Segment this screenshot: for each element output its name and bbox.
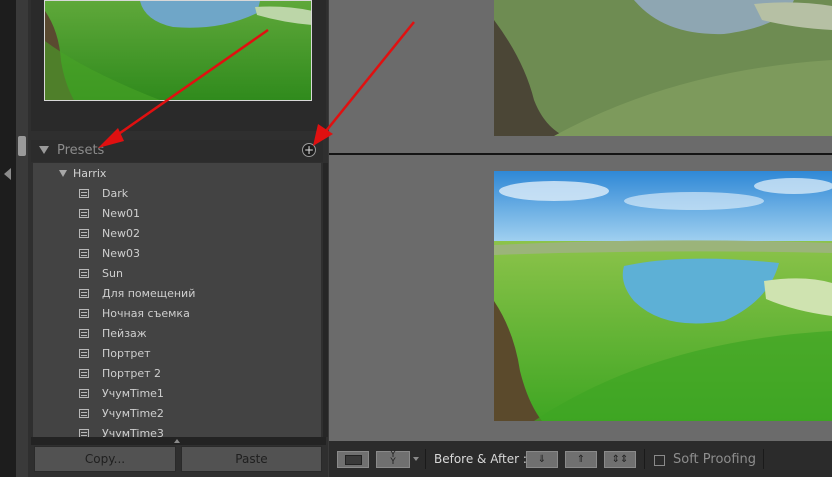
panel-resize-handle[interactable] [18, 136, 26, 156]
after-landscape-image [494, 171, 832, 421]
yy-bottom-label: Y [390, 457, 396, 467]
preset-item-label: New03 [102, 247, 140, 260]
expand-triangle-icon[interactable] [174, 439, 180, 443]
preset-item-label: Портрет [102, 347, 151, 360]
preset-icon [79, 229, 89, 238]
presets-scrollbar[interactable] [323, 163, 328, 437]
preset-item[interactable]: Для помещений [33, 284, 321, 304]
preset-icon [79, 409, 89, 418]
loupe-view-button[interactable] [337, 451, 369, 468]
preset-item-label: Для помещений [102, 287, 196, 300]
preset-item[interactable]: УчумTime1 [33, 384, 321, 404]
preset-icon [79, 349, 89, 358]
preset-item[interactable]: УчумTime3 [33, 424, 321, 437]
preset-item[interactable]: Портрет [33, 344, 321, 364]
preset-folder-harrix[interactable]: Harrix [33, 164, 321, 184]
preset-item-label: Ночная съемка [102, 307, 190, 320]
presets-title: Presets [57, 143, 105, 158]
left-panel-edge[interactable] [0, 0, 16, 477]
soft-proofing-label: Soft Proofing [673, 452, 757, 467]
before-landscape-image [494, 0, 832, 136]
preset-folder-label: Harrix [73, 167, 107, 180]
toolbar-separator [763, 449, 764, 469]
preset-icon [79, 269, 89, 278]
toolbar-separator [644, 449, 645, 469]
preset-item-label: УчумTime2 [102, 407, 164, 420]
copy-before-to-after-button[interactable]: ⇓ [526, 451, 558, 468]
preset-item[interactable]: New02 [33, 224, 321, 244]
preset-item[interactable]: Dark [33, 184, 321, 204]
before-after-label: Before & After : [434, 452, 527, 466]
copy-after-to-before-button[interactable]: ⇑ [565, 451, 597, 468]
swap-arrows-icon: ⇕⇕ [611, 454, 629, 465]
preset-item-label: New01 [102, 207, 140, 220]
navigator-preview-image[interactable] [44, 0, 312, 101]
view-mode-dropdown-icon[interactable] [413, 457, 419, 461]
preset-icon [79, 289, 89, 298]
swap-before-after-button[interactable]: ⇕⇕ [604, 451, 636, 468]
toolbar-separator [425, 449, 426, 469]
folder-triangle-icon[interactable] [59, 170, 67, 177]
presets-list: Harrix Dark New01 New02 New03 Sun Для помещени… [33, 163, 321, 437]
preset-item[interactable]: Sun [33, 264, 321, 284]
preset-icon [79, 369, 89, 378]
preset-item-label: New02 [102, 227, 140, 240]
preset-icon [79, 329, 89, 338]
after-photo[interactable] [494, 171, 832, 421]
preset-item[interactable]: Пейзаж [33, 324, 321, 344]
preset-item-label: Портрет 2 [102, 367, 162, 380]
preset-item-label: Sun [102, 267, 123, 280]
soft-proofing-checkbox[interactable] [654, 455, 665, 466]
preset-item[interactable]: Портрет 2 [33, 364, 321, 384]
paste-button[interactable]: Paste [181, 446, 322, 472]
before-after-view-button[interactable]: Y Y [376, 451, 410, 468]
preset-item-label: Dark [102, 187, 129, 200]
preset-icon [79, 249, 89, 258]
navigator-landscape-image [45, 1, 311, 100]
preset-icon [79, 389, 89, 398]
preset-icon [79, 189, 89, 198]
add-preset-button[interactable]: + [302, 143, 316, 157]
before-photo[interactable] [494, 0, 832, 136]
down-arrow-icon: ⇓ [537, 454, 547, 465]
presets-collapse-triangle-icon[interactable] [39, 146, 49, 154]
preset-item[interactable]: New03 [33, 244, 321, 264]
preset-item[interactable]: УчумTime2 [33, 404, 321, 424]
before-after-divider [329, 153, 832, 155]
copy-button[interactable]: Copy... [34, 446, 176, 472]
collapse-left-panel-icon[interactable] [4, 168, 11, 180]
preset-icon [79, 209, 89, 218]
preset-item-label: УчумTime3 [102, 427, 164, 437]
preset-icon [79, 309, 89, 318]
preset-item[interactable]: Ночная съемка [33, 304, 321, 324]
up-arrow-icon: ⇑ [576, 454, 586, 465]
preset-item-label: Пейзаж [102, 327, 147, 340]
preset-icon [79, 429, 89, 437]
preset-item[interactable]: New01 [33, 204, 321, 224]
preset-item-label: УчумTime1 [102, 387, 164, 400]
